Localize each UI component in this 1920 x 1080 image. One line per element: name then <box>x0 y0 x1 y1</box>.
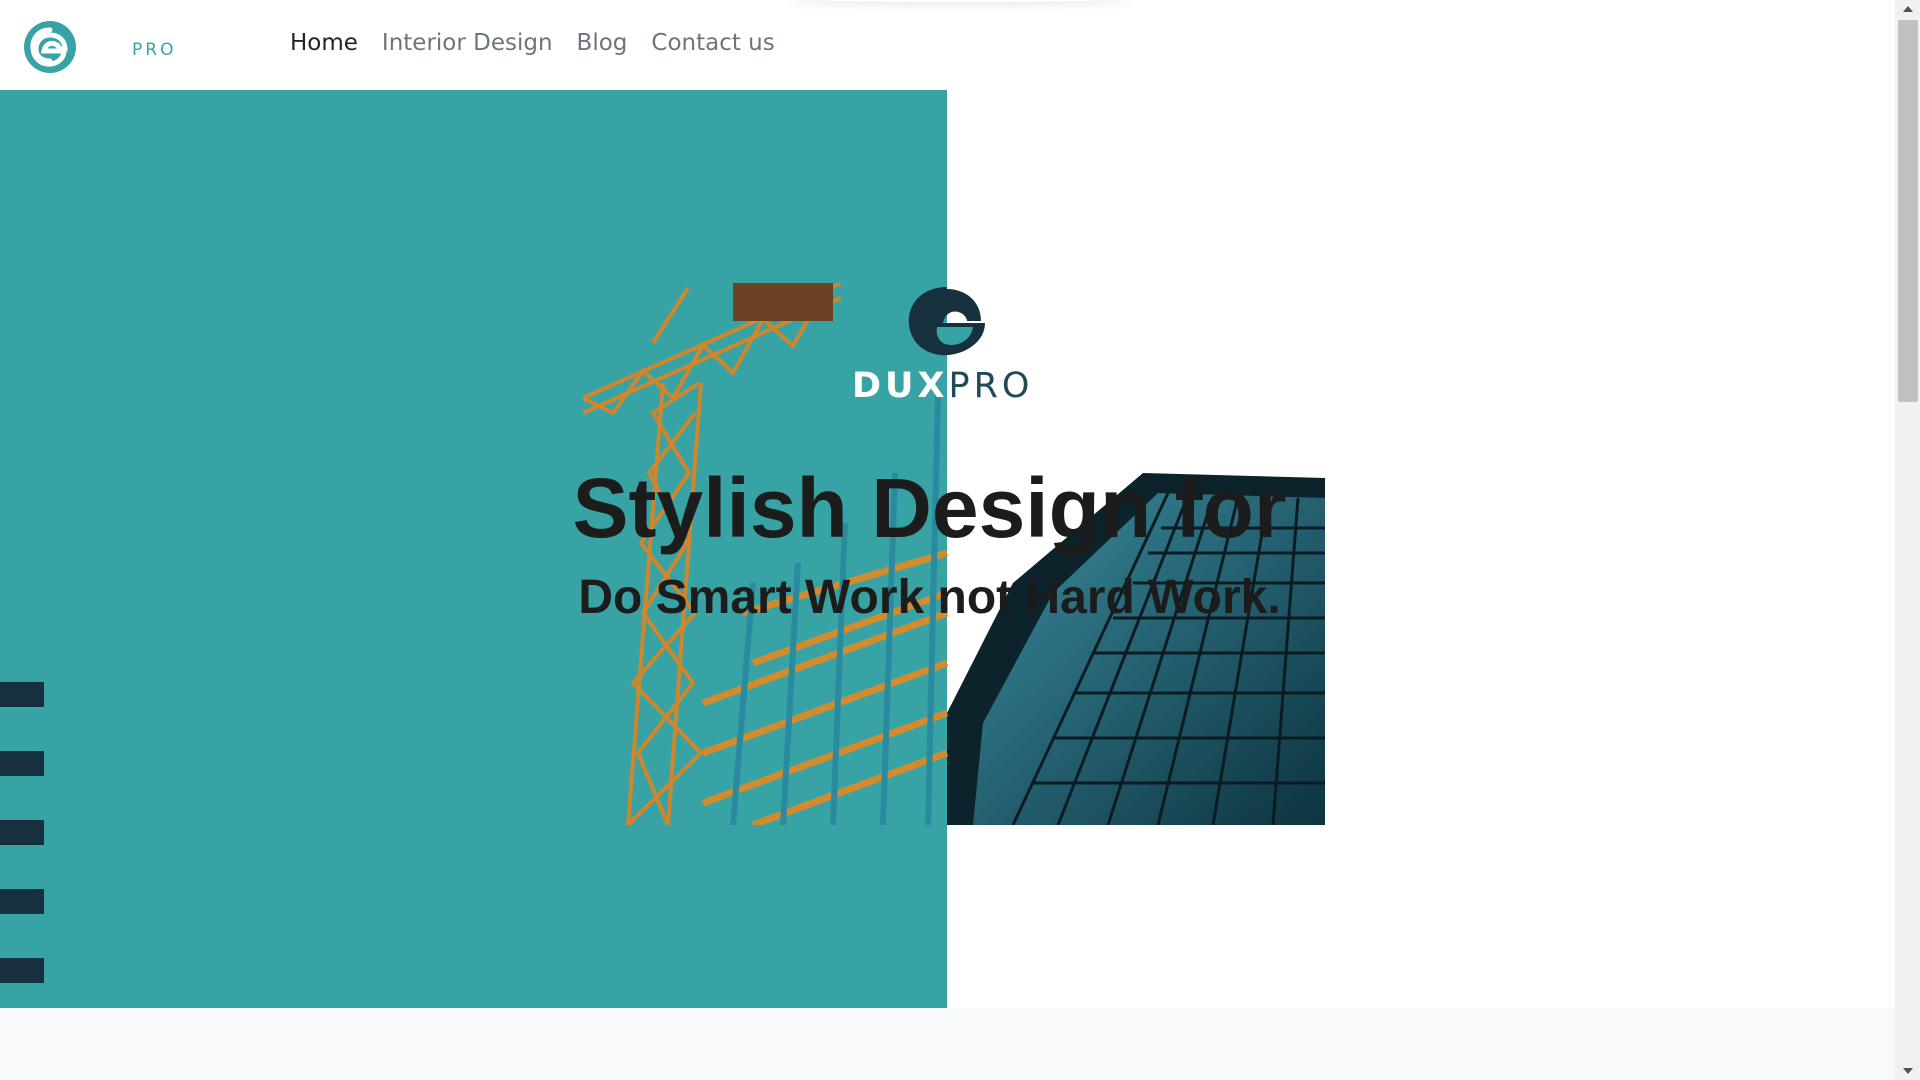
hero-logo-dux: DUX <box>852 366 949 406</box>
header-shadow <box>790 0 1130 2</box>
nav-home[interactable]: Home <box>290 30 358 56</box>
hero-title: Stylish Design for <box>572 461 1287 555</box>
nav-blog[interactable]: Blog <box>577 30 628 56</box>
main-nav: Home Interior Design Blog Contact us <box>290 30 775 56</box>
slide-indicators <box>0 682 44 1008</box>
page-scrollbar[interactable] <box>1895 0 1920 1080</box>
brand-name-text[interactable]: PRO <box>132 40 176 60</box>
site-header: PRO Home Interior Design Blog Contact us <box>0 0 1895 90</box>
scroll-up-arrow-icon[interactable] <box>1895 0 1920 18</box>
slide-indicator-4[interactable] <box>0 889 44 914</box>
hero-section: DUXPRO Stylish Design for Do Smart Work … <box>0 90 1895 1008</box>
hero-logo-text: DUXPRO <box>852 366 1052 406</box>
next-section <box>0 1008 1895 1080</box>
slide-indicator-2[interactable] <box>0 751 44 776</box>
hero-subtitle: Do Smart Work not Hard Work. <box>578 571 1281 624</box>
nav-interior-design[interactable]: Interior Design <box>382 30 553 56</box>
scrollbar-thumb[interactable] <box>1898 20 1918 402</box>
brand-logo-icon[interactable] <box>22 20 78 74</box>
slide-indicator-1[interactable] <box>0 682 44 707</box>
nav-contact-us[interactable]: Contact us <box>651 30 774 56</box>
hero-logo-icon <box>908 287 985 356</box>
slide-indicator-3[interactable] <box>0 820 44 845</box>
hero-logo-pro: PRO <box>948 366 1034 406</box>
slide-indicator-5[interactable] <box>0 958 44 983</box>
scroll-down-arrow-icon[interactable] <box>1895 1062 1920 1080</box>
